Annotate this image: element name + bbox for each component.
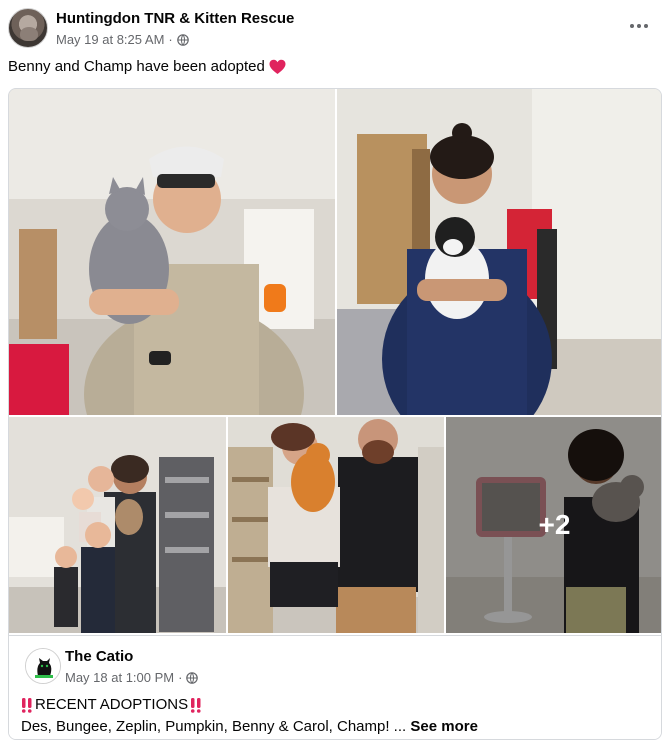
shared-body: Des, Bungee, Zeplin, Pumpkin, Benny & Ca… <box>21 718 478 735</box>
more-photos-count: +2 <box>538 509 571 540</box>
shared-post-timestamp[interactable]: May 18 at 1:00 PM <box>65 670 174 685</box>
page-name-link[interactable]: Huntingdon TNR & Kitten Rescue <box>56 10 294 27</box>
photo-4[interactable] <box>228 417 444 633</box>
photo-1-image <box>9 89 335 415</box>
media-card: +2 The Catio May 18 at 1:00 PM · RECENT … <box>8 88 662 740</box>
post-header: Huntingdon TNR & Kitten Rescue May 19 at… <box>8 8 657 50</box>
post-text: Benny and Champ have been adopted <box>8 58 286 75</box>
photo-2[interactable] <box>337 89 661 415</box>
photo-3[interactable] <box>9 417 226 633</box>
more-options-icon <box>630 24 634 28</box>
cat-logo-icon <box>26 649 60 683</box>
heart-icon <box>269 59 286 74</box>
post-message: Benny and Champ have been adopted <box>8 58 265 75</box>
photo-3-image <box>9 417 226 633</box>
shared-post-meta: May 18 at 1:00 PM · <box>65 670 199 685</box>
shared-heading: RECENT ADOPTIONS <box>21 696 202 713</box>
shared-page-name[interactable]: The Catio <box>65 648 133 665</box>
more-photos-overlay[interactable]: +2 <box>446 417 661 633</box>
shared-heading-text: RECENT ADOPTIONS <box>35 696 189 713</box>
photo-1[interactable] <box>9 89 335 415</box>
page-avatar[interactable] <box>8 8 48 48</box>
globe-icon <box>176 33 189 46</box>
shared-page-avatar[interactable] <box>25 648 61 684</box>
meta-separator: · <box>168 32 173 47</box>
see-more-link[interactable]: See more <box>410 718 478 735</box>
post-timestamp[interactable]: May 19 at 8:25 AM <box>56 32 164 47</box>
double-exclamation-icon <box>21 697 32 713</box>
post-meta: May 19 at 8:25 AM · <box>56 32 189 47</box>
globe-icon <box>186 671 199 684</box>
photo-4-image <box>228 417 444 633</box>
double-exclamation-icon <box>191 697 201 713</box>
more-options-button[interactable] <box>625 16 653 36</box>
photo-2-image <box>337 89 661 415</box>
meta-separator: · <box>178 670 183 685</box>
shared-body-text: Des, Bungee, Zeplin, Pumpkin, Benny & Ca… <box>21 718 407 735</box>
shared-post[interactable]: The Catio May 18 at 1:00 PM · RECENT ADO… <box>9 635 661 739</box>
photo-5[interactable]: +2 <box>446 417 661 633</box>
